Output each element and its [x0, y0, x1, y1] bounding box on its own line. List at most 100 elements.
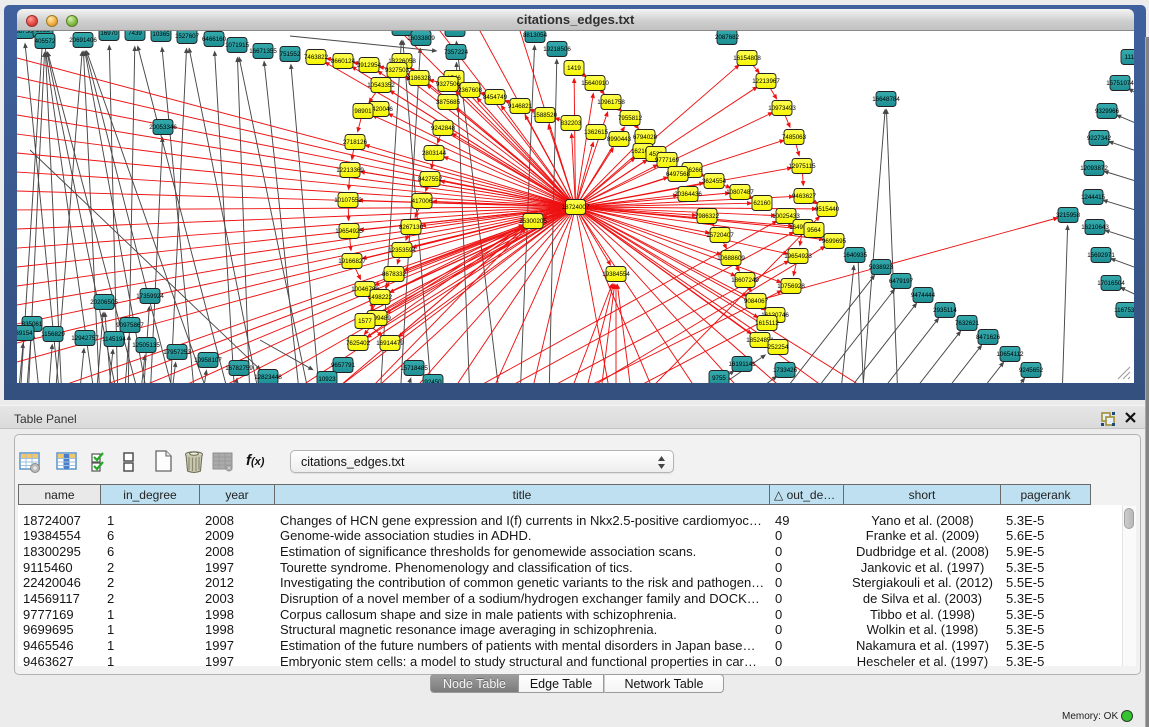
svg-text:19218506: 19218506 — [543, 46, 571, 53]
svg-text:7625402: 7625402 — [346, 340, 371, 347]
svg-text:12213369: 12213369 — [336, 167, 364, 174]
svg-text:10756928: 10756928 — [777, 283, 805, 290]
svg-text:12823448: 12823448 — [254, 374, 282, 381]
svg-text:10654112: 10654112 — [996, 351, 1024, 358]
svg-text:7439: 7439 — [128, 31, 142, 37]
svg-text:17957253: 17957253 — [163, 349, 191, 356]
svg-text:92450: 92450 — [424, 379, 442, 383]
svg-text:9699695: 9699695 — [822, 238, 847, 245]
svg-text:1167533: 1167533 — [1114, 307, 1134, 314]
svg-text:7986322: 7986322 — [695, 213, 720, 220]
svg-text:15751074: 15751074 — [1106, 80, 1134, 87]
svg-text:417006: 417006 — [412, 198, 433, 205]
svg-text:6794028: 6794028 — [633, 134, 658, 141]
svg-text:12942757: 12942757 — [71, 335, 99, 342]
svg-text:1244415: 1244415 — [1081, 194, 1106, 201]
svg-text:10107552: 10107552 — [334, 197, 362, 204]
svg-text:16970: 16970 — [100, 31, 118, 37]
svg-text:9227342: 9227342 — [1087, 135, 1112, 142]
svg-text:10543352: 10543352 — [367, 82, 395, 89]
svg-text:1615112: 1615112 — [755, 320, 779, 327]
svg-text:2367608: 2367608 — [458, 87, 483, 94]
svg-text:39154: 39154 — [17, 330, 33, 337]
svg-text:8990443: 8990443 — [607, 136, 632, 143]
svg-text:7485063: 7485063 — [782, 134, 807, 141]
svg-text:7463822: 7463822 — [304, 54, 329, 61]
svg-text:98901: 98901 — [354, 108, 372, 115]
svg-text:12975115: 12975115 — [788, 163, 816, 170]
svg-text:751552: 751552 — [280, 51, 301, 58]
svg-text:10688609: 10688609 — [717, 255, 745, 262]
svg-text:16210643: 16210643 — [1081, 224, 1109, 231]
svg-text:2087682: 2087682 — [715, 34, 740, 41]
svg-text:20053346: 20053346 — [149, 124, 177, 131]
svg-text:9463627: 9463627 — [792, 193, 817, 200]
svg-text:1498222: 1498222 — [368, 294, 393, 301]
svg-text:9777169: 9777169 — [655, 157, 680, 164]
svg-text:12353594: 12353594 — [388, 247, 416, 254]
svg-text:38750: 38750 — [17, 31, 33, 35]
svg-text:8471626: 8471626 — [976, 334, 1001, 341]
svg-text:16648784: 16648784 — [872, 96, 900, 103]
svg-text:9657791: 9657791 — [331, 362, 356, 369]
svg-text:16914479: 16914479 — [376, 340, 404, 347]
svg-text:8678332: 8678332 — [382, 271, 407, 278]
svg-text:3624554: 3624554 — [702, 178, 727, 185]
svg-text:1588520: 1588520 — [533, 112, 558, 119]
svg-text:18724007: 18724007 — [562, 204, 590, 211]
svg-text:2718126: 2718126 — [343, 139, 368, 146]
svg-text:1640935: 1640935 — [843, 252, 868, 259]
svg-text:17359924: 17359924 — [136, 293, 164, 300]
svg-text:6497568: 6497568 — [666, 171, 691, 178]
svg-text:10961758: 10961758 — [597, 99, 625, 106]
svg-text:1733426: 1733426 — [773, 367, 798, 374]
svg-text:16191141: 16191141 — [728, 361, 756, 368]
svg-text:9329966: 9329966 — [1095, 108, 1120, 115]
svg-text:19384554: 19384554 — [602, 271, 630, 278]
svg-text:252254: 252254 — [768, 344, 789, 351]
svg-text:19654925: 19654925 — [335, 228, 363, 235]
svg-text:15692971: 15692971 — [1087, 252, 1115, 259]
svg-text:20364436: 20364436 — [674, 191, 702, 198]
svg-text:16154808: 16154808 — [733, 55, 761, 62]
svg-text:16033809: 16033809 — [407, 35, 435, 42]
svg-text:15640910: 15640910 — [581, 80, 609, 87]
svg-text:8427552: 8427552 — [418, 176, 443, 183]
svg-text:90975867: 90975867 — [116, 322, 144, 329]
svg-text:3912954: 3912954 — [357, 62, 382, 69]
svg-text:20206505: 20206505 — [90, 299, 118, 306]
svg-text:1527607: 1527607 — [175, 33, 200, 40]
svg-text:7357224: 7357224 — [444, 49, 469, 56]
svg-text:8454749: 8454749 — [483, 94, 508, 101]
svg-text:8186328: 8186328 — [407, 75, 432, 82]
svg-text:1362615: 1362615 — [584, 129, 609, 136]
svg-text:405572: 405572 — [35, 38, 56, 45]
svg-text:10923: 10923 — [318, 376, 336, 383]
svg-text:9245652: 9245652 — [1019, 367, 1044, 374]
svg-text:1071915: 1071915 — [225, 42, 250, 49]
svg-text:2803144: 2803144 — [422, 150, 447, 157]
svg-text:9564: 9564 — [807, 227, 821, 234]
svg-text:10973493: 10973493 — [768, 105, 796, 112]
svg-text:12093872: 12093872 — [1080, 165, 1108, 172]
svg-text:1117: 1117 — [1125, 54, 1134, 61]
svg-text:1577: 1577 — [358, 318, 372, 325]
svg-text:9084067: 9084067 — [744, 298, 769, 305]
svg-text:16782759: 16782759 — [225, 365, 253, 372]
svg-text:1419: 1419 — [567, 65, 581, 72]
svg-text:10365: 10365 — [152, 31, 170, 38]
svg-text:8634: 8634 — [448, 31, 462, 33]
svg-text:16671355: 16671355 — [249, 48, 277, 55]
svg-text:9515440: 9515440 — [815, 206, 840, 213]
svg-text:6466160: 6466160 — [202, 36, 227, 43]
svg-text:10958107: 10958107 — [194, 357, 222, 364]
svg-text:9327503: 9327503 — [385, 67, 410, 74]
svg-text:9327506: 9327506 — [436, 81, 461, 88]
svg-text:12505135: 12505135 — [132, 342, 160, 349]
svg-text:3215958: 3215958 — [1056, 212, 1081, 219]
svg-text:9755: 9755 — [712, 375, 726, 382]
svg-text:62160: 62160 — [753, 200, 771, 207]
svg-text:8660124: 8660124 — [331, 58, 356, 65]
svg-text:19654923: 19654923 — [784, 253, 812, 260]
svg-text:10807487: 10807487 — [726, 189, 754, 196]
